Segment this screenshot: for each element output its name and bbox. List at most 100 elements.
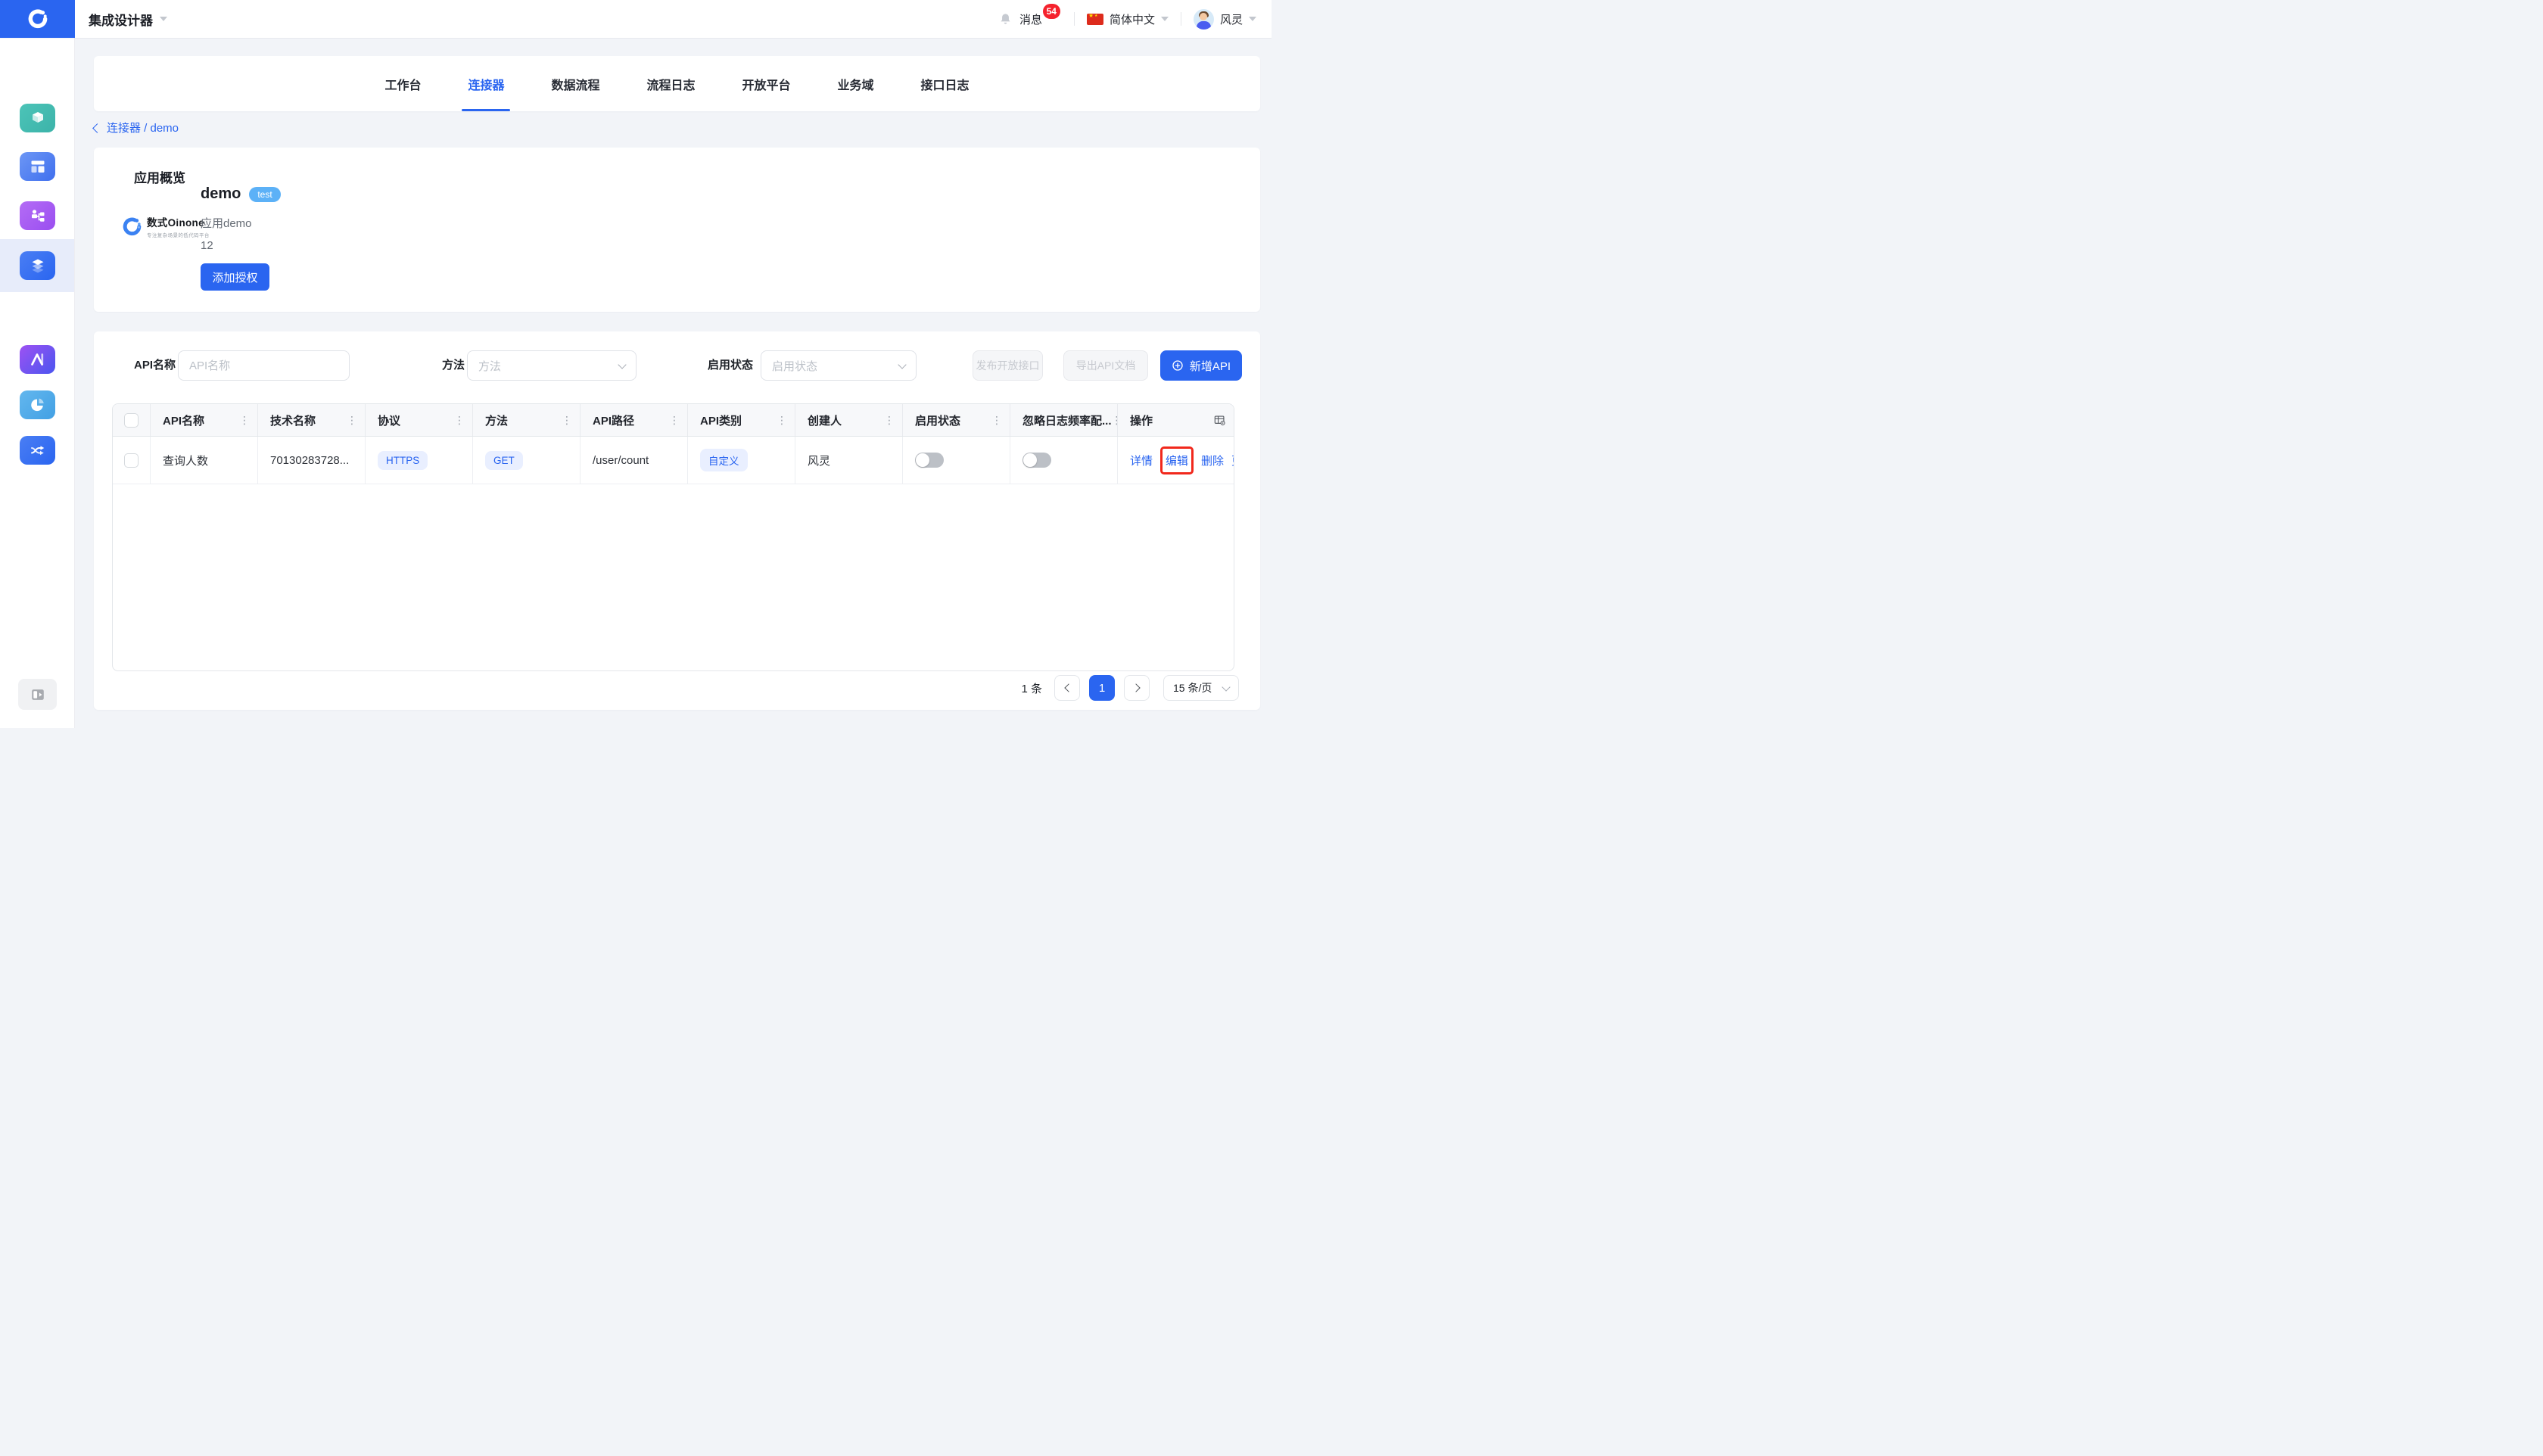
breadcrumb[interactable]: 连接器 / demo — [94, 120, 179, 135]
ignore-log-toggle[interactable] — [1022, 453, 1051, 468]
add-authorization-button[interactable]: 添加授权 — [201, 263, 269, 291]
column-menu-icon[interactable]: ⋮ — [991, 415, 1002, 425]
username: 风灵 — [1220, 11, 1243, 27]
chevron-left-icon — [1064, 683, 1072, 692]
app-description: 应用demo — [201, 215, 281, 231]
app-title-menu[interactable]: 集成设计器 — [89, 10, 167, 29]
app-sidebar — [0, 38, 75, 728]
chevron-down-icon — [1161, 17, 1169, 21]
api-name-filter-label: API名称 — [134, 350, 176, 381]
api-name-cell: 查询人数 — [163, 453, 208, 468]
category-badge: 自定义 — [700, 449, 748, 471]
china-flag-icon — [1087, 14, 1103, 25]
chevron-down-icon — [1249, 17, 1256, 21]
sidebar-item-workflow[interactable] — [20, 201, 55, 230]
select-all-checkbox[interactable] — [124, 413, 139, 428]
sidebar-item-ai[interactable] — [20, 345, 55, 374]
method-badge: GET — [485, 451, 523, 470]
user-menu[interactable]: 风灵 — [1194, 9, 1256, 30]
messages-button[interactable]: 消息 54 — [1019, 11, 1042, 27]
collapse-sidebar-button[interactable] — [18, 679, 57, 710]
enabled-toggle[interactable] — [915, 453, 944, 468]
ai-icon — [29, 350, 47, 369]
next-page-button[interactable] — [1124, 675, 1150, 701]
chevron-down-icon — [1222, 683, 1230, 691]
annotation-highlight: 编辑 — [1160, 446, 1194, 474]
brand-logo[interactable] — [0, 0, 75, 38]
current-page[interactable]: 1 — [1089, 675, 1115, 701]
column-menu-icon[interactable]: ⋮ — [884, 415, 895, 425]
oinone-logo-icon — [122, 216, 142, 237]
back-chevron-icon — [92, 123, 102, 133]
export-api-doc-button[interactable]: 导出API文档 — [1063, 350, 1148, 381]
method-filter-label: 方法 — [442, 350, 465, 381]
messages-count-badge: 54 — [1043, 4, 1060, 19]
app-name: demo — [201, 185, 241, 203]
delete-link[interactable]: 删除 — [1201, 453, 1224, 468]
column-menu-icon[interactable]: ⋮ — [1112, 415, 1118, 425]
total-count: 1 条 — [1021, 680, 1042, 696]
language-label: 简体中文 — [1110, 11, 1155, 27]
shuffle-icon — [29, 441, 47, 459]
app-logo: 数式Oinone 专注复杂场景的低代码平台 — [122, 214, 210, 238]
app-count: 12 — [201, 239, 281, 252]
api-name-filter-input[interactable] — [178, 350, 350, 381]
layers-icon — [29, 257, 47, 275]
column-menu-icon[interactable]: ⋮ — [347, 415, 357, 425]
app-info: demo test 应用demo 12 添加授权 — [201, 185, 281, 291]
table-header-row: API名称⋮ 技术名称⋮ 协议⋮ 方法⋮ API路径⋮ API类别⋮ 创建人⋮ … — [113, 404, 1234, 437]
tab-flow-logs[interactable]: 流程日志 — [640, 56, 701, 111]
tab-connector[interactable]: 连接器 — [462, 56, 510, 111]
top-header: 集成设计器 消息 54 简体中文 风灵 — [0, 0, 1272, 38]
oinone-logo-icon — [27, 8, 48, 30]
detail-link[interactable]: 详情 — [1130, 453, 1153, 468]
edit-link[interactable]: 编辑 — [1166, 455, 1188, 468]
pagination: 1 条 1 15 条/页 — [1021, 675, 1239, 701]
breadcrumb-path: 连接器 / demo — [107, 120, 179, 135]
more-link[interactable]: 更多 — [1231, 453, 1234, 468]
row-checkbox[interactable] — [124, 453, 139, 468]
status-filter-select[interactable]: 启用状态 — [761, 350, 917, 381]
sidebar-item-cube[interactable] — [20, 104, 55, 132]
tab-workbench[interactable]: 工作台 — [378, 56, 427, 111]
collapse-sidebar-icon — [30, 686, 46, 703]
avatar — [1194, 9, 1214, 30]
column-menu-icon[interactable]: ⋮ — [669, 415, 680, 425]
tab-open-platform[interactable]: 开放平台 — [736, 56, 797, 111]
method-filter-select[interactable]: 方法 — [467, 350, 637, 381]
messages-label: 消息 — [1019, 11, 1042, 27]
api-table: API名称⋮ 技术名称⋮ 协议⋮ 方法⋮ API路径⋮ API类别⋮ 创建人⋮ … — [112, 403, 1234, 671]
workflow-icon — [29, 207, 47, 225]
sidebar-item-integration-active[interactable] — [20, 251, 55, 280]
column-menu-icon[interactable]: ⋮ — [454, 415, 465, 425]
status-filter-label: 启用状态 — [708, 350, 753, 381]
tab-dataflow[interactable]: 数据流程 — [545, 56, 605, 111]
bell-icon[interactable] — [998, 12, 1013, 26]
tab-api-logs[interactable]: 接口日志 — [915, 56, 976, 111]
publish-open-api-button[interactable]: 发布开放接口 — [973, 350, 1043, 381]
section-title: 应用概览 — [134, 167, 185, 186]
table-settings-icon[interactable] — [1213, 414, 1226, 427]
module-tabs-card: 工作台 连接器 数据流程 流程日志 开放平台 业务域 接口日志 — [94, 56, 1260, 111]
language-switcher[interactable]: 简体中文 — [1087, 11, 1169, 27]
column-menu-icon[interactable]: ⋮ — [562, 415, 572, 425]
sidebar-item-analytics[interactable] — [20, 390, 55, 419]
header-right: 消息 54 简体中文 风灵 — [998, 9, 1272, 30]
sidebar-item-dataflow[interactable] — [20, 436, 55, 465]
page-size-select[interactable]: 15 条/页 — [1163, 675, 1239, 701]
tab-business-domain[interactable]: 业务域 — [832, 56, 880, 111]
module-tabs: 工作台 连接器 数据流程 流程日志 开放平台 业务域 接口日志 — [94, 56, 1260, 111]
tech-name-cell: 70130283728... — [270, 454, 349, 467]
env-badge: test — [249, 187, 280, 202]
api-list-card: API名称 方法 方法 启用状态 启用状态 发布开放接口 导出API文档 新增A… — [94, 331, 1260, 710]
api-path-cell: /user/count — [593, 454, 649, 467]
add-api-button[interactable]: 新增API — [1160, 350, 1242, 381]
prev-page-button[interactable] — [1054, 675, 1080, 701]
column-menu-icon[interactable]: ⋮ — [777, 415, 787, 425]
creator-cell: 风灵 — [808, 453, 830, 468]
sidebar-item-layout[interactable] — [20, 152, 55, 181]
app-overview-card: 应用概览 数式Oinone 专注复杂场景的低代码平台 demo test 应用d… — [94, 148, 1260, 312]
pie-chart-icon — [29, 396, 47, 414]
cube-icon — [29, 109, 47, 127]
column-menu-icon[interactable]: ⋮ — [239, 415, 250, 425]
